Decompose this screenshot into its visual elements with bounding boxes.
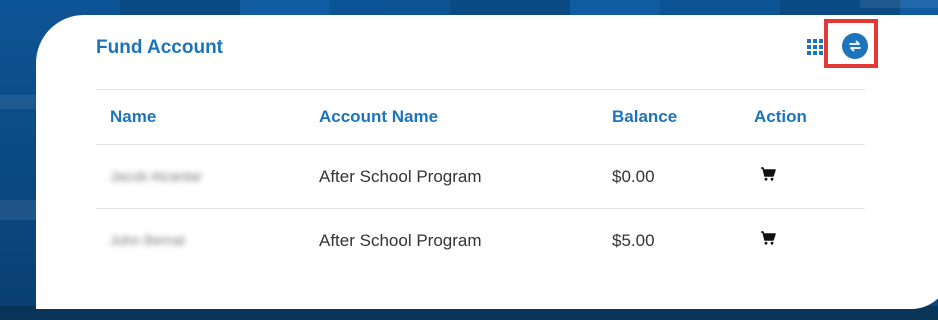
row-divider	[96, 208, 865, 209]
column-header-account-name: Account Name	[319, 107, 439, 126]
row-2-name: John Bernal	[110, 232, 185, 248]
cart-icon[interactable]	[760, 166, 776, 182]
fund-account-card: Fund Account Name Account Name Balance A…	[36, 15, 938, 309]
cart-icon[interactable]	[760, 230, 776, 246]
card-title: Fund Account	[96, 37, 223, 58]
column-header-balance: Balance	[612, 107, 678, 126]
row-divider	[96, 144, 865, 145]
row-1-balance: $0.00	[612, 167, 655, 186]
column-header-action: Action	[754, 107, 807, 126]
row-2-balance: $5.00	[612, 231, 655, 250]
header-divider	[96, 89, 865, 90]
column-header-name: Name	[110, 107, 157, 126]
grid-view-icon[interactable]	[807, 39, 823, 55]
row-2-account-name: After School Program	[319, 231, 482, 250]
row-1-name: Jacob Alcantar	[110, 168, 202, 184]
swap-arrows-icon	[849, 40, 861, 52]
swap-view-button[interactable]	[842, 33, 868, 59]
row-1-account-name: After School Program	[319, 167, 482, 186]
